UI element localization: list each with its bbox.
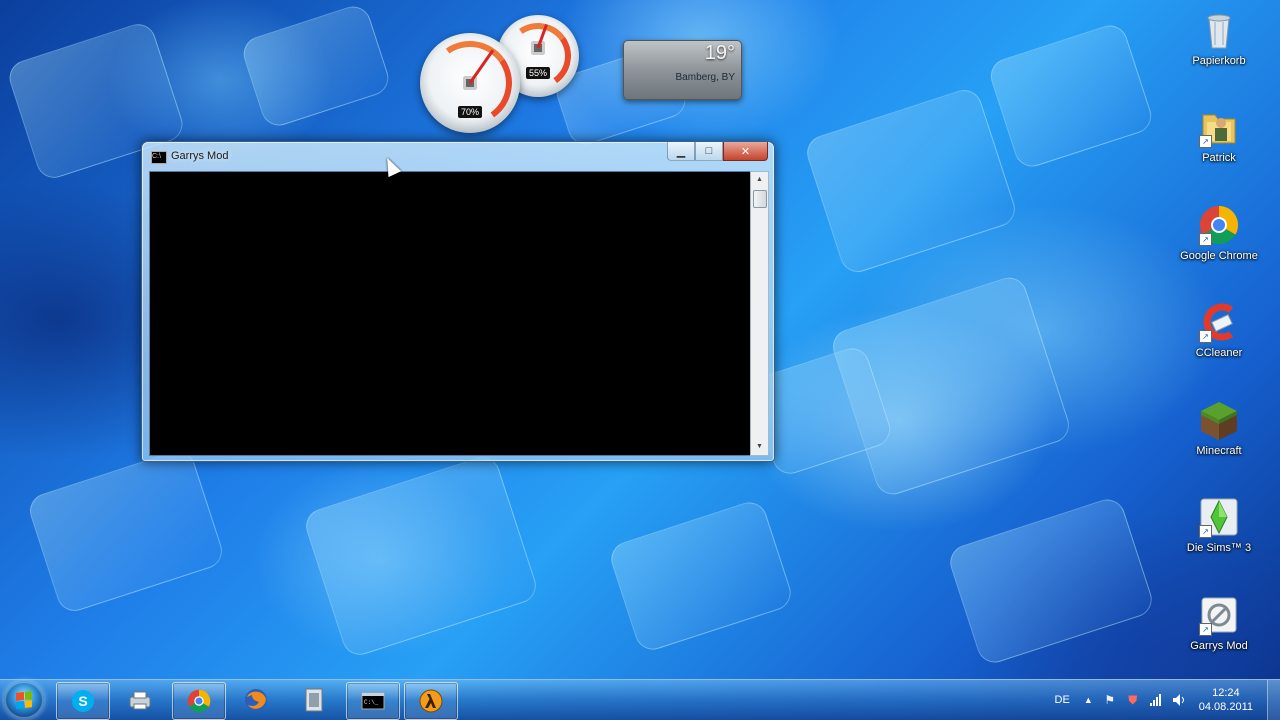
vertical-scrollbar[interactable]: ▲ ▼ bbox=[750, 171, 769, 456]
scroll-down-button[interactable]: ▼ bbox=[751, 439, 768, 455]
chrome-icon: ↗ bbox=[1197, 203, 1241, 247]
console-icon: C:\_ bbox=[360, 688, 386, 714]
shortcut-arrow-icon: ↗ bbox=[1199, 135, 1212, 148]
system-tray: DE ▲ ⚑ ⛊ 12:24 04.08.2011 bbox=[1055, 680, 1280, 720]
sims3-icon: ↗ bbox=[1197, 495, 1241, 539]
window-title: Garrys Mod bbox=[171, 150, 229, 162]
shortcut-arrow-icon: ↗ bbox=[1199, 330, 1212, 343]
console-output[interactable] bbox=[149, 171, 752, 456]
desktop-icon-label: CCleaner bbox=[1195, 347, 1243, 359]
network-signal-icon[interactable] bbox=[1149, 693, 1163, 707]
taskbar-chrome[interactable] bbox=[172, 682, 226, 720]
desktop-icon-label: Die Sims™ 3 bbox=[1186, 542, 1252, 554]
half-life-icon bbox=[418, 688, 444, 714]
window-controls: ▁ □ ✕ bbox=[667, 142, 768, 161]
svg-text:C:\_: C:\_ bbox=[364, 699, 379, 706]
show-hidden-icons-button[interactable]: ▲ bbox=[1084, 695, 1093, 705]
firefox-icon bbox=[243, 687, 269, 713]
cpu-gauge: 70% bbox=[420, 33, 520, 133]
action-center-flag-icon[interactable]: ⚑ bbox=[1103, 693, 1117, 707]
clock-date: 04.08.2011 bbox=[1198, 701, 1253, 713]
weather-temperature: 19° bbox=[704, 42, 735, 64]
minecraft-icon bbox=[1197, 398, 1241, 442]
desktop-icon-label: Google Chrome bbox=[1180, 250, 1258, 262]
window-titlebar[interactable]: C:\ Garrys Mod ▁ □ ✕ bbox=[142, 142, 774, 170]
memory-percent: 55% bbox=[525, 67, 551, 79]
film-icon bbox=[301, 687, 327, 713]
system-clock[interactable]: 12:24 04.08.2011 bbox=[1199, 686, 1253, 714]
volume-icon[interactable] bbox=[1172, 693, 1186, 707]
shortcut-arrow-icon: ↗ bbox=[1199, 233, 1212, 246]
console-app-icon: C:\ bbox=[151, 151, 167, 164]
svg-text:S: S bbox=[78, 693, 87, 709]
shield-alert-icon[interactable]: ⛊ bbox=[1126, 693, 1140, 707]
weather-location: Bamberg, BY bbox=[675, 72, 735, 83]
cpu-percent: 70% bbox=[457, 106, 483, 118]
desktop-icon-garrys-mod[interactable]: ↗ Garrys Mod bbox=[1177, 593, 1261, 652]
console-window[interactable]: C:\ Garrys Mod ▁ □ ✕ ▲ ▼ bbox=[141, 141, 775, 462]
scroll-thumb[interactable] bbox=[753, 190, 767, 208]
taskbar-console[interactable]: C:\_ bbox=[346, 682, 400, 720]
start-button[interactable] bbox=[4, 681, 44, 719]
taskbar-printer[interactable] bbox=[114, 682, 166, 718]
taskbar: S C:\_ DE ▲ ⚑ ⛊ 12:24 04.08.2011 bbox=[0, 679, 1280, 720]
minimize-button[interactable]: ▁ bbox=[667, 142, 695, 161]
skype-icon: S bbox=[70, 688, 96, 714]
taskbar-half-life[interactable] bbox=[404, 682, 458, 720]
show-desktop-button[interactable] bbox=[1267, 680, 1280, 720]
scroll-up-button[interactable]: ▲ bbox=[751, 172, 768, 188]
clock-time: 12:24 bbox=[1212, 687, 1240, 699]
desktop-icon-label: Papierkorb bbox=[1192, 55, 1246, 67]
desktop-icon-minecraft[interactable]: Minecraft bbox=[1177, 398, 1261, 457]
weather-gadget[interactable]: 19° Bamberg, BY bbox=[623, 40, 742, 100]
desktop-icon-label: Minecraft bbox=[1196, 445, 1242, 457]
ccleaner-icon: ↗ bbox=[1197, 300, 1241, 344]
taskbar-firefox[interactable] bbox=[230, 682, 282, 718]
recycle-bin-icon bbox=[1197, 8, 1241, 52]
desktop-icon-label: Patrick bbox=[1202, 152, 1236, 164]
taskbar-skype[interactable]: S bbox=[56, 682, 110, 720]
garrys-mod-icon: ↗ bbox=[1197, 593, 1241, 637]
desktop-icon-google-chrome[interactable]: ↗ Google Chrome bbox=[1177, 203, 1261, 262]
close-button[interactable]: ✕ bbox=[723, 142, 768, 161]
taskbar-film[interactable] bbox=[288, 682, 340, 718]
shortcut-arrow-icon: ↗ bbox=[1199, 525, 1212, 538]
windows-logo-icon bbox=[16, 691, 32, 709]
language-indicator[interactable]: DE bbox=[1055, 694, 1070, 706]
printer-icon bbox=[127, 687, 153, 713]
desktop-icon-recycle-bin[interactable]: Papierkorb bbox=[1177, 8, 1261, 67]
desktop-icon-sims3[interactable]: ↗ Die Sims™ 3 bbox=[1177, 495, 1261, 554]
shortcut-arrow-icon: ↗ bbox=[1199, 623, 1212, 636]
user-folder-icon: ↗ bbox=[1197, 105, 1241, 149]
desktop-icon-ccleaner[interactable]: ↗ CCleaner bbox=[1177, 300, 1261, 359]
maximize-button[interactable]: □ bbox=[695, 142, 723, 161]
chrome-icon bbox=[186, 688, 212, 714]
desktop-icon-patrick[interactable]: ↗ Patrick bbox=[1177, 105, 1261, 164]
desktop-icon-label: Garrys Mod bbox=[1190, 640, 1248, 652]
